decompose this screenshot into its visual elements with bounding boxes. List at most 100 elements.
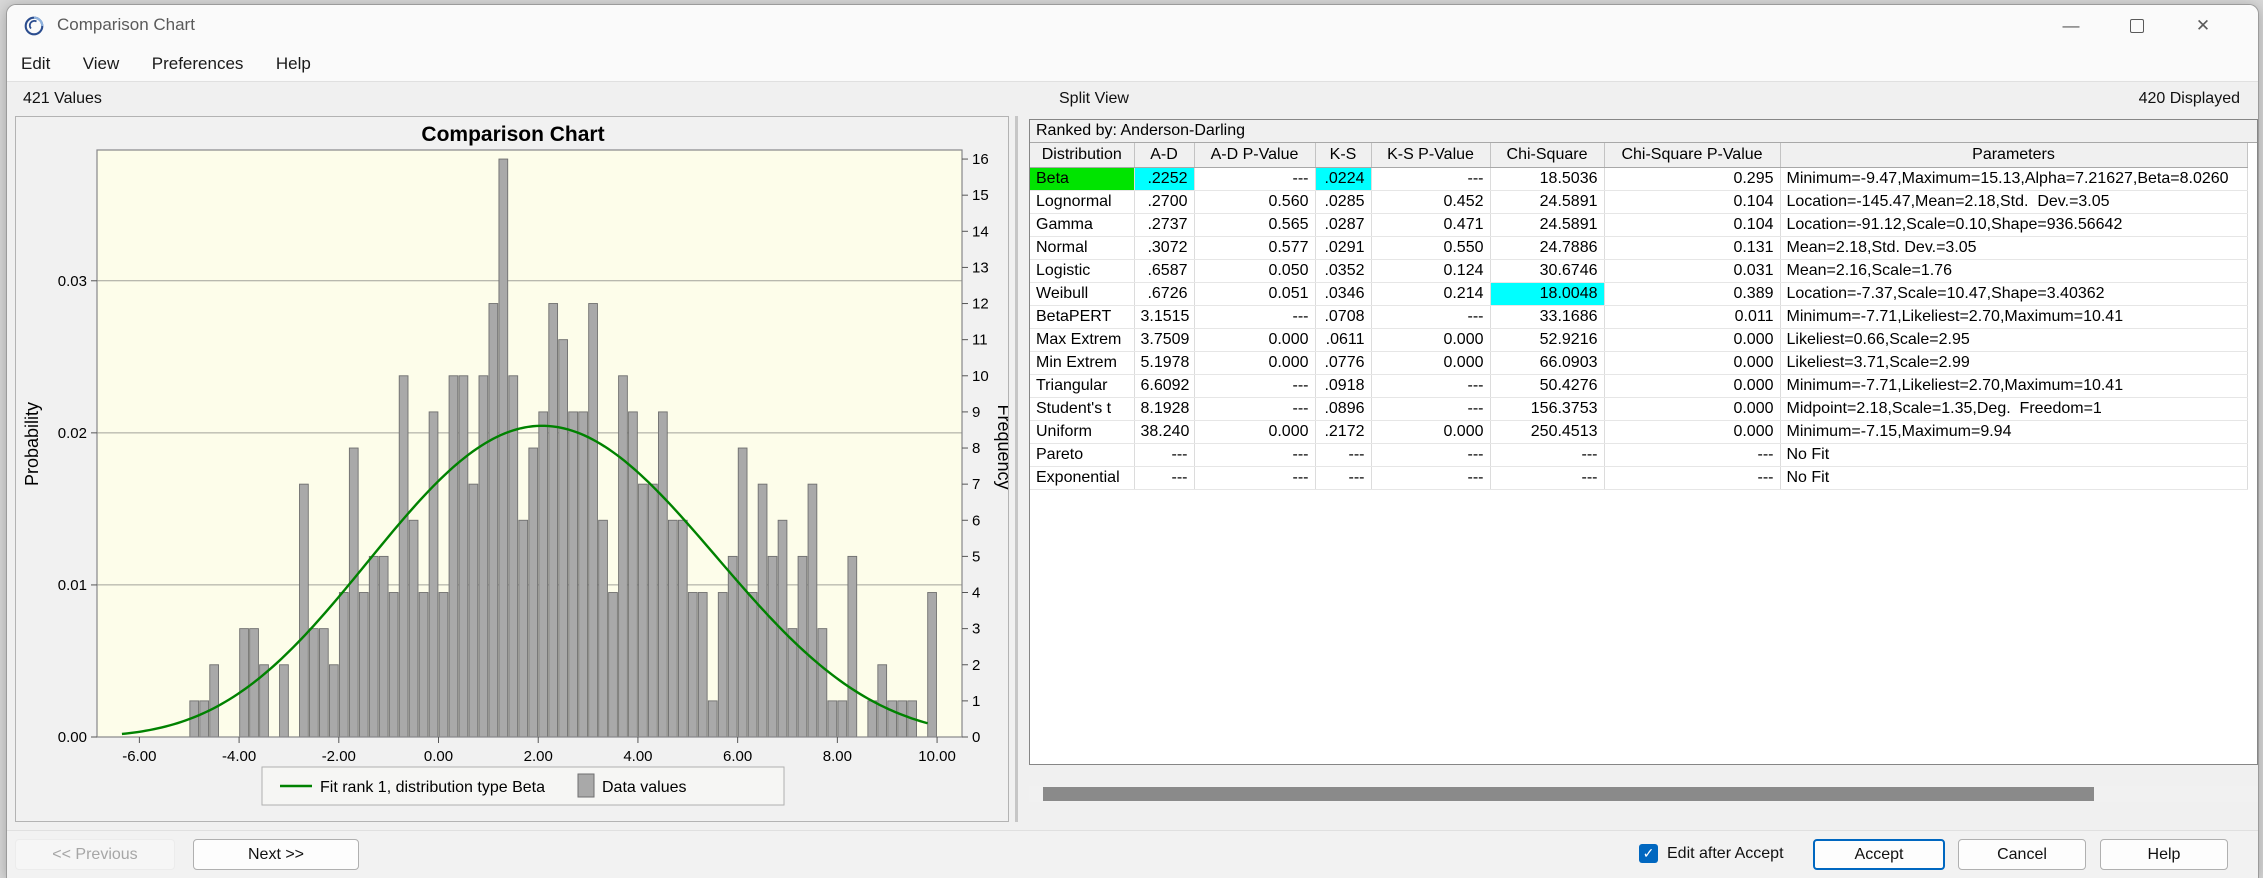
cell-chi[interactable]: --- [1490, 466, 1605, 490]
cell-ad[interactable]: 38.240 [1134, 420, 1195, 444]
menu-preferences[interactable]: Preferences [138, 47, 258, 81]
cell-adp[interactable]: 0.560 [1194, 190, 1316, 214]
cell-ad[interactable]: .6726 [1134, 282, 1195, 306]
cell-adp[interactable]: --- [1194, 305, 1316, 329]
cell-dist[interactable]: Pareto [1030, 443, 1135, 467]
cell-ks[interactable]: .0352 [1315, 259, 1372, 283]
split-view-divider[interactable] [1015, 116, 1018, 822]
cell-params[interactable]: Location=-145.47,Mean=2.18,Std. Dev.=3.0… [1780, 190, 2248, 214]
cell-dist[interactable]: BetaPERT [1030, 305, 1135, 329]
cell-adp[interactable]: 0.051 [1194, 282, 1316, 306]
cell-adp[interactable]: --- [1194, 167, 1316, 191]
cell-ad[interactable]: 8.1928 [1134, 397, 1195, 421]
cell-params[interactable]: Minimum=-7.71,Likeliest=2.70,Maximum=10.… [1780, 374, 2248, 398]
table-row-beta[interactable]: Beta .2252 --- .0224 --- 18.5036 0.295 Minimum=… [1030, 167, 2248, 191]
cell-chip[interactable]: --- [1604, 443, 1781, 467]
cell-adp[interactable]: --- [1194, 374, 1316, 398]
cell-ks[interactable]: --- [1315, 466, 1372, 490]
cancel-button[interactable]: Cancel [1958, 839, 2086, 870]
cell-ksp[interactable]: 0.214 [1371, 282, 1491, 306]
cell-ksp[interactable]: --- [1371, 305, 1491, 329]
cell-ad[interactable]: 6.6092 [1134, 374, 1195, 398]
cell-ksp[interactable]: --- [1371, 374, 1491, 398]
cell-ksp[interactable]: 0.124 [1371, 259, 1491, 283]
cell-dist[interactable]: Triangular [1030, 374, 1135, 398]
cell-dist[interactable]: Uniform [1030, 420, 1135, 444]
scrollbar-thumb[interactable] [1043, 787, 2094, 801]
cell-chi[interactable]: 52.9216 [1490, 328, 1605, 352]
cell-chi[interactable]: 18.5036 [1490, 167, 1605, 191]
cell-ad[interactable]: 3.7509 [1134, 328, 1195, 352]
table-row-gamma[interactable]: Gamma .2737 0.565.0287 0.471 24.5891 0.104 Loc… [1030, 213, 2248, 237]
menu-view[interactable]: View [69, 47, 134, 81]
cell-ks[interactable]: --- [1315, 443, 1372, 467]
table-row-weibull[interactable]: Weibull .6726 0.051.0346 0.214 18.0048 0.389 L… [1030, 282, 2248, 306]
cell-chi[interactable]: 250.4513 [1490, 420, 1605, 444]
table-row-normal[interactable]: Normal .3072 0.577.0291 0.550 24.7886 0.131 Me… [1030, 236, 2248, 260]
cell-chip[interactable]: 0.000 [1604, 374, 1781, 398]
menu-help[interactable]: Help [262, 47, 325, 81]
cell-adp[interactable]: 0.000 [1194, 420, 1316, 444]
cell-adp[interactable]: 0.565 [1194, 213, 1316, 237]
cell-dist[interactable]: Student's t [1030, 397, 1135, 421]
cell-ksp[interactable]: 0.471 [1371, 213, 1491, 237]
cell-dist[interactable]: Weibull [1030, 282, 1135, 306]
cell-params[interactable]: No Fit [1780, 443, 2248, 467]
column-header-chip[interactable]: Chi-Square P-Value [1604, 143, 1781, 168]
cell-ad[interactable]: .2737 [1134, 213, 1195, 237]
cell-chip[interactable]: 0.389 [1604, 282, 1781, 306]
cell-chip[interactable]: 0.000 [1604, 420, 1781, 444]
column-header-dist[interactable]: Distribution [1030, 143, 1135, 168]
help-button[interactable]: Help [2100, 839, 2228, 870]
cell-ks[interactable]: .0708 [1315, 305, 1372, 329]
cell-ks[interactable]: .0287 [1315, 213, 1372, 237]
table-row-student-s-t[interactable]: Student's t 8.1928 --- .0896 --- 156.3753 0.00… [1030, 397, 2248, 421]
cell-chi[interactable]: 33.1686 [1490, 305, 1605, 329]
table-horizontal-scrollbar[interactable] [1029, 786, 2258, 802]
cell-ksp[interactable]: --- [1371, 466, 1491, 490]
cell-chip[interactable]: 0.295 [1604, 167, 1781, 191]
table-row-pareto[interactable]: Pareto --- --- --- --- --- --- No Fit [1030, 443, 2248, 467]
table-row-exponential[interactable]: Exponential --- --- --- --- --- --- No Fit [1030, 466, 2248, 490]
cell-params[interactable]: Location=-91.12,Scale=0.10,Shape=936.566… [1780, 213, 2248, 237]
menu-edit[interactable]: Edit [7, 47, 64, 81]
accept-button[interactable]: Accept [1813, 839, 1945, 870]
previous-button[interactable]: << Previous [15, 839, 175, 870]
maximize-button[interactable] [2104, 5, 2170, 47]
cell-ksp[interactable]: 0.000 [1371, 328, 1491, 352]
table-row-min-extrem[interactable]: Min Extrem 5.1978 0.000.0776 0.000 66.0903 0.… [1030, 351, 2248, 375]
cell-chip[interactable]: 0.031 [1604, 259, 1781, 283]
column-header-adp[interactable]: A-D P-Value [1194, 143, 1316, 168]
cell-ks[interactable]: .0918 [1315, 374, 1372, 398]
cell-ks[interactable]: .2172 [1315, 420, 1372, 444]
cell-params[interactable]: Minimum=-7.71,Likeliest=2.70,Maximum=10.… [1780, 305, 2248, 329]
cell-dist[interactable]: Beta [1030, 167, 1135, 191]
cell-ad[interactable]: 5.1978 [1134, 351, 1195, 375]
cell-chi[interactable]: 24.5891 [1490, 213, 1605, 237]
cell-adp[interactable]: 0.577 [1194, 236, 1316, 260]
column-header-ksp[interactable]: K-S P-Value [1371, 143, 1491, 168]
table-row-lognormal[interactable]: Lognormal .2700 0.560.0285 0.452 24.5891 0.10… [1030, 190, 2248, 214]
cell-adp[interactable]: --- [1194, 397, 1316, 421]
column-header-ad[interactable]: A-D [1134, 143, 1195, 168]
cell-chip[interactable]: 0.011 [1604, 305, 1781, 329]
cell-dist[interactable]: Logistic [1030, 259, 1135, 283]
cell-ks[interactable]: .0224 [1315, 167, 1372, 191]
table-row-triangular[interactable]: Triangular 6.6092 --- .0918 --- 50.4276 0.000 M… [1030, 374, 2248, 398]
cell-dist[interactable]: Exponential [1030, 466, 1135, 490]
cell-ksp[interactable]: --- [1371, 397, 1491, 421]
cell-chi[interactable]: 50.4276 [1490, 374, 1605, 398]
cell-ksp[interactable]: --- [1371, 443, 1491, 467]
cell-chip[interactable]: 0.104 [1604, 190, 1781, 214]
cell-adp[interactable]: 0.000 [1194, 328, 1316, 352]
cell-ad[interactable]: .6587 [1134, 259, 1195, 283]
cell-dist[interactable]: Min Extrem [1030, 351, 1135, 375]
table-row-betapert[interactable]: BetaPERT 3.1515 --- .0708 --- 33.1686 0.011 Min… [1030, 305, 2248, 329]
cell-params[interactable]: Likeliest=3.71,Scale=2.99 [1780, 351, 2248, 375]
cell-ks[interactable]: .0776 [1315, 351, 1372, 375]
cell-ad[interactable]: --- [1134, 443, 1195, 467]
cell-ad[interactable]: .3072 [1134, 236, 1195, 260]
cell-ad[interactable]: .2252 [1134, 167, 1195, 191]
cell-dist[interactable]: Lognormal [1030, 190, 1135, 214]
cell-ksp[interactable]: 0.452 [1371, 190, 1491, 214]
